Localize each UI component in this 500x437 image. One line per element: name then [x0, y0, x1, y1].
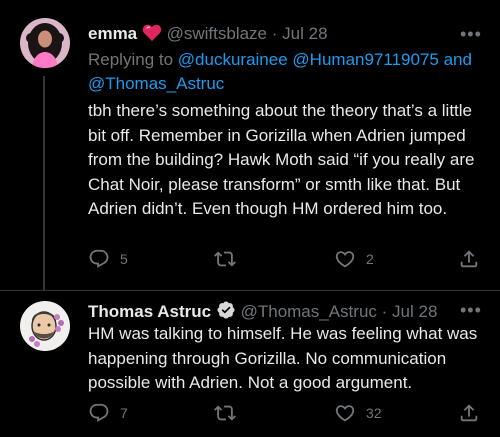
author-name[interactable]: emma — [88, 24, 137, 43]
mention-thomas-astruc[interactable]: @Thomas_Astruc — [88, 74, 224, 93]
retweet-button[interactable] — [214, 248, 246, 270]
like-button[interactable]: 32 — [334, 402, 382, 424]
share-button[interactable] — [458, 248, 480, 270]
tweet-actions: 7 32 — [88, 402, 483, 426]
reply-icon — [89, 403, 109, 422]
avatar-emma-image — [20, 18, 70, 68]
more-options-icon[interactable]: ••• — [460, 24, 482, 45]
like-count: 32 — [366, 405, 382, 421]
replying-to-line: Replying to @duckurainee @Human97119075 … — [88, 48, 483, 96]
author-handle[interactable]: @swiftsblaze — [167, 24, 267, 43]
mention-duckurainee[interactable]: @duckurainee — [178, 50, 288, 69]
retweet-icon — [214, 405, 236, 421]
reply-button[interactable]: 7 — [88, 402, 128, 424]
share-icon — [460, 250, 478, 268]
heart-icon — [335, 251, 355, 268]
author-name[interactable]: Thomas Astruc — [88, 302, 211, 321]
like-button[interactable]: 2 — [334, 248, 374, 270]
tweet-text: tbh there’s something about the theory t… — [88, 101, 475, 218]
heart-icon — [335, 405, 355, 422]
author-handle[interactable]: @Thomas_Astruc — [241, 302, 377, 321]
mention-human97119075[interactable]: @Human97119075 — [292, 50, 438, 69]
avatar-thomas-astruc[interactable] — [20, 301, 70, 351]
avatar-emma[interactable] — [20, 18, 70, 68]
tweet-emma[interactable]: emma @swiftsblaze · Jul 28 ••• Replying … — [0, 0, 500, 290]
tweet-date[interactable]: Jul 28 — [282, 24, 327, 43]
retweet-button[interactable] — [214, 402, 246, 424]
tweet-text: HM was talking to himself. He was feelin… — [88, 324, 478, 392]
separator-dot: · — [271, 24, 278, 43]
reply-icon — [89, 249, 109, 268]
share-button[interactable] — [458, 402, 480, 424]
retweet-icon — [214, 251, 236, 267]
avatar-thomas-astruc-image — [20, 301, 70, 351]
replying-prefix: Replying to — [88, 50, 174, 69]
reply-count: 5 — [120, 251, 128, 267]
tweet-date[interactable]: Jul 28 — [392, 302, 437, 321]
reply-count: 7 — [120, 405, 128, 421]
reply-button[interactable]: 5 — [88, 248, 128, 270]
separator-dot: · — [381, 302, 388, 321]
thread-connector-line — [43, 76, 45, 290]
like-count: 2 — [366, 251, 374, 267]
heart-emoji-icon — [142, 24, 162, 47]
share-icon — [460, 404, 478, 422]
more-options-icon[interactable]: ••• — [460, 300, 482, 321]
tweet-header: emma @swiftsblaze · Jul 28 — [88, 24, 328, 47]
replying-and: and — [443, 50, 472, 69]
tweet-actions: 5 2 — [88, 248, 483, 272]
tweet-thomas-astruc[interactable]: Thomas Astruc @Thomas_Astruc · Jul 28 ••… — [0, 291, 500, 437]
